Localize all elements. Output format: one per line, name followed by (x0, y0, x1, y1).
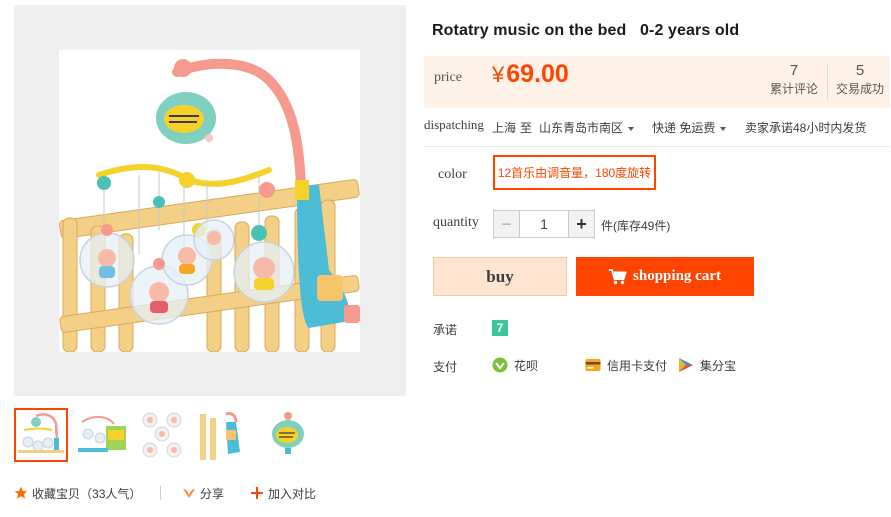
jifenbao-icon (679, 358, 693, 372)
price-amount: 69.00 (506, 60, 569, 88)
destination-text: 山东青岛市南区 (539, 121, 624, 135)
quantity-increase-button[interactable]: + (568, 211, 594, 237)
quantity-label: quantity (433, 215, 479, 230)
sales-label: 交易成功 (835, 82, 884, 96)
dispatch-label: dispatching (424, 117, 484, 132)
promise-label: 承诺 (433, 323, 458, 337)
compare-label: 加入对比 (268, 486, 317, 501)
payment-huabei-label: 花呗 (514, 358, 539, 373)
share-label: 分享 (200, 486, 225, 501)
plus-icon (251, 487, 263, 499)
payment-huabei[interactable]: 花呗 (492, 356, 538, 374)
reviews-count: 7 (789, 62, 799, 79)
dispatch-to-word: 至 (520, 121, 533, 135)
price-panel: price ¥69.00 7 累计评论 5 交易成功 (424, 56, 890, 108)
favorite-count: （33人气） (80, 486, 142, 501)
delivery-promise: 卖家承诺48小时内发货 (745, 121, 867, 135)
thumbnail-strip (14, 408, 406, 464)
buy-now-button[interactable]: buy (433, 257, 567, 296)
price-label: price (434, 70, 462, 85)
payment-jifenbao[interactable]: 集分宝 (678, 356, 736, 374)
shipping-text: 快递 免运费 (652, 121, 716, 135)
reviews-stat[interactable]: 7 累计评论 (764, 61, 824, 97)
payment-label: 支付 (433, 360, 458, 374)
compare-button[interactable]: 加入对比 (250, 482, 316, 504)
chevron-down-icon (628, 126, 635, 131)
product-main-image[interactable] (59, 50, 360, 352)
huabei-icon (492, 357, 508, 373)
shipping-select[interactable]: 快递 免运费 (652, 119, 727, 136)
thumbnail-speaker[interactable] (262, 408, 316, 462)
cart-icon (609, 268, 627, 284)
color-option-selected[interactable]: 12首乐由调音量，180度旋转 (493, 155, 656, 190)
thumbnail-box-image (74, 408, 128, 462)
sales-stat: 5 交易成功 (830, 61, 890, 97)
thumbnail-speaker-image (262, 408, 316, 462)
thumbnail-arm[interactable] (200, 408, 254, 462)
color-label: color (438, 167, 467, 182)
destination-select[interactable]: 山东青岛市南区 (539, 119, 635, 136)
crib-mobile-illustration (59, 58, 360, 352)
favorite-label: 收藏宝贝 (32, 486, 81, 501)
quantity-input[interactable] (520, 211, 568, 237)
share-icon (183, 489, 195, 498)
payment-credit-card-label: 信用卡支付 (607, 358, 668, 373)
stock-text: 件(库存49件) (601, 219, 671, 233)
favorite-button[interactable]: 收藏宝贝 （33人气） (14, 482, 141, 504)
thumbnail-figures[interactable] (136, 408, 190, 462)
payment-credit-card[interactable]: 信用卡支付 (585, 356, 667, 374)
action-divider (160, 486, 161, 500)
currency-symbol: ¥ (492, 62, 505, 87)
star-icon (14, 486, 28, 499)
reviews-label: 累计评论 (769, 82, 818, 96)
thumbnail-crib-mobile[interactable] (14, 408, 68, 462)
cart-button-label: shopping cart (633, 268, 721, 284)
thumbnail-box[interactable] (74, 408, 128, 462)
sales-count: 5 (855, 62, 865, 79)
chevron-down-icon (720, 126, 727, 131)
product-title: Rotatry music on the bed 0-2 years old (432, 22, 740, 39)
credit-card-icon (585, 359, 601, 371)
dispatch-from: 上海 (492, 121, 517, 135)
add-to-cart-button[interactable]: shopping cart (576, 257, 754, 296)
stat-divider (827, 64, 828, 100)
product-gallery (14, 5, 406, 396)
payment-jifenbao-label: 集分宝 (700, 358, 737, 373)
section-divider (424, 146, 890, 147)
thumbnail-figures-image (136, 408, 190, 462)
thumbnail-crib-mobile-image (16, 410, 66, 460)
quantity-decrease-button[interactable]: − (494, 211, 520, 237)
thumbnail-arm-image (200, 408, 254, 462)
quantity-stepper: − + (493, 210, 595, 238)
dispatch-row: dispatching 上海 至 山东青岛市南区 快递 免运费 卖家承诺48小时… (424, 117, 890, 137)
share-button[interactable]: 分享 (182, 482, 224, 504)
price-value: ¥69.00 (492, 60, 569, 89)
seven-day-return-badge[interactable]: 7 (492, 320, 508, 336)
